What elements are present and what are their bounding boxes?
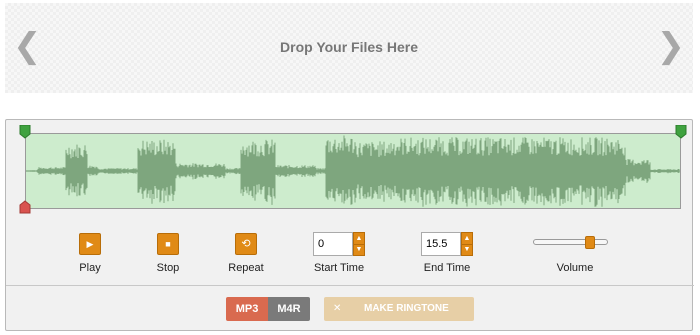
end-time-spinner: ▲ ▼ — [421, 232, 473, 256]
start-time-down-button[interactable]: ▼ — [354, 244, 364, 255]
play-icon: ▶ — [86, 239, 94, 249]
playhead-marker-handle[interactable] — [19, 200, 31, 214]
play-button[interactable]: ▶ — [79, 233, 101, 255]
make-ringtone-label: MAKE RINGTONE — [364, 303, 449, 314]
repeat-icon: ⟲ — [241, 238, 251, 250]
volume-slider-thumb[interactable] — [585, 236, 595, 249]
end-time-input[interactable] — [421, 232, 461, 256]
volume-label: Volume — [556, 262, 594, 274]
start-time-input[interactable] — [313, 232, 353, 256]
drop-files-label: Drop Your Files Here — [280, 39, 418, 55]
end-time-down-button[interactable]: ▼ — [462, 244, 472, 255]
panel-divider — [6, 285, 694, 286]
format-m4r-button[interactable]: M4R — [268, 297, 310, 321]
file-drop-zone[interactable]: ❮ Drop Your Files Here ❯ — [5, 3, 693, 93]
waveform-graphic — [26, 135, 680, 207]
start-marker-handle[interactable] — [19, 125, 31, 139]
stop-button[interactable]: ■ — [157, 233, 179, 255]
start-time-label: Start Time — [313, 262, 365, 274]
end-time-arrows: ▲ ▼ — [461, 232, 473, 256]
stop-label: Stop — [156, 262, 180, 274]
end-time-label: End Time — [423, 262, 471, 274]
make-ringtone-button[interactable]: ✕ MAKE RINGTONE — [324, 297, 474, 321]
end-marker-handle[interactable] — [675, 125, 687, 139]
stop-icon: ■ — [165, 239, 171, 249]
start-time-spinner: ▲ ▼ — [313, 232, 365, 256]
chevron-right-icon[interactable]: ❯ — [657, 29, 686, 63]
volume-slider-track[interactable] — [533, 239, 608, 245]
format-mp3-button[interactable]: MP3 — [226, 297, 268, 321]
start-time-arrows: ▲ ▼ — [353, 232, 365, 256]
play-label: Play — [79, 262, 101, 274]
repeat-label: Repeat — [228, 262, 264, 274]
repeat-button[interactable]: ⟲ — [235, 233, 257, 255]
scissors-icon: ✕ — [333, 303, 342, 314]
waveform-area[interactable] — [25, 133, 681, 209]
